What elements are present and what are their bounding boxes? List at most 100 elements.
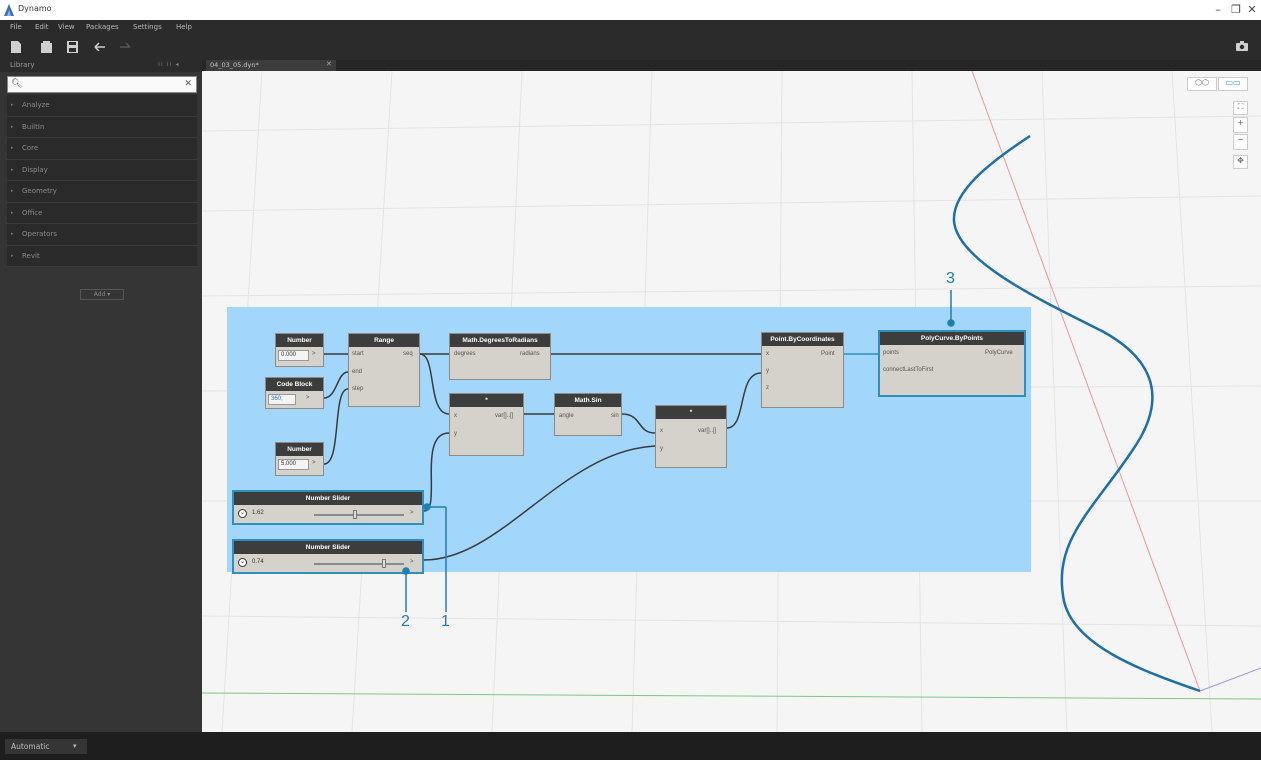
output-port-icon[interactable]: >	[410, 510, 414, 516]
graph-view-icon[interactable]: ▭▭	[1218, 77, 1248, 91]
output-port-icon[interactable]: >	[306, 395, 310, 401]
number-slider-node-1[interactable]: Number Slider ⌄ 1.62 >	[232, 490, 424, 525]
degrees-to-radians-node[interactable]: Math.DegreesToRadians degrees radians	[449, 333, 551, 380]
run-mode-dropdown[interactable]: Automatic ▾	[5, 739, 87, 754]
point-by-coordinates-node[interactable]: Point.ByCoordinates x y z Point	[761, 332, 844, 408]
node-title: *	[656, 406, 726, 419]
output-port-seq[interactable]: seq	[403, 351, 413, 357]
input-port-x[interactable]: x	[766, 351, 769, 357]
code-input[interactable]: 360;	[268, 394, 296, 405]
toolbar	[0, 36, 1261, 60]
menu-settings[interactable]: Settings	[133, 23, 162, 31]
library-category-geometry[interactable]: ▸ Geometry	[7, 181, 197, 203]
workspace-tab[interactable]: 04_03_05.dyn* ✕	[206, 60, 336, 71]
input-port-y[interactable]: y	[454, 431, 457, 437]
menu-packages[interactable]: Packages	[86, 23, 119, 31]
input-port-step[interactable]: step	[352, 386, 363, 392]
output-port-icon[interactable]: >	[312, 351, 316, 357]
input-port-x[interactable]: x	[454, 413, 457, 419]
multiply-node-1[interactable]: * x y var[]..[]	[449, 393, 524, 456]
number-input[interactable]: 5.000	[278, 459, 309, 470]
slider-thumb[interactable]	[382, 559, 387, 568]
redo-icon[interactable]	[120, 41, 132, 54]
input-port-y[interactable]: y	[660, 446, 663, 452]
search-icon: 🔍︎	[11, 79, 23, 89]
clear-search-icon[interactable]: ✕	[184, 79, 192, 89]
menu-edit[interactable]: Edit	[35, 23, 49, 31]
number-node-2[interactable]: Number 5.000 >	[275, 442, 324, 476]
library-category-display[interactable]: ▸ Display	[7, 159, 197, 181]
dropdown-arrow-icon: ▾	[73, 742, 77, 750]
menu-bar: File Edit View Packages Settings Help	[0, 20, 1261, 36]
node-title: PolyCurve.ByPoints	[880, 332, 1024, 345]
zoom-in-icon[interactable]: +	[1233, 117, 1248, 133]
library-search[interactable]: 🔍︎ ✕	[7, 76, 197, 93]
library-category-core[interactable]: ▸ Core	[7, 138, 197, 160]
output-port-var[interactable]: var[]..[]	[495, 413, 513, 419]
close-tab-icon[interactable]: ✕	[326, 60, 332, 68]
undo-icon[interactable]	[93, 41, 105, 54]
save-icon[interactable]	[66, 41, 78, 54]
library-search-input[interactable]	[24, 79, 174, 91]
library-category-builtin[interactable]: ▸ BuiltIn	[7, 116, 197, 138]
new-file-icon[interactable]	[10, 41, 22, 54]
expand-arrow-icon: ▸	[11, 123, 14, 130]
library-category-analyze[interactable]: ▸ Analyze	[7, 95, 197, 117]
code-block-node[interactable]: Code Block 360; >	[265, 377, 324, 409]
camera-icon[interactable]	[1236, 41, 1248, 54]
minimize-button[interactable]: –	[1208, 2, 1228, 18]
expand-arrow-icon: ▸	[11, 252, 14, 259]
expand-arrow-icon: ▸	[11, 188, 14, 194]
library-category-office[interactable]: ▸ Office	[7, 202, 197, 224]
node-title: Math.Sin	[555, 394, 621, 407]
output-port-icon[interactable]: >	[410, 559, 414, 565]
geometry-view-icon[interactable]: ⬡⬡	[1187, 77, 1217, 91]
input-port-degrees[interactable]: degrees	[454, 351, 476, 357]
input-port-connect-last-to-first[interactable]: connectLastToFirst	[883, 367, 933, 373]
run-mode-label: Automatic	[11, 742, 50, 751]
zoom-out-icon[interactable]: −	[1233, 134, 1248, 150]
slider-thumb[interactable]	[352, 510, 357, 519]
library-collapse-icon[interactable]: ⁞⁞ ⁞⁞ ◂	[158, 61, 179, 68]
math-sin-node[interactable]: Math.Sin angle sin	[554, 393, 622, 436]
input-port-x[interactable]: x	[660, 428, 663, 434]
input-port-points[interactable]: points	[883, 350, 899, 356]
slider-track[interactable]	[314, 563, 404, 565]
library-category-revit[interactable]: ▸ Revit	[7, 245, 197, 267]
input-port-z[interactable]: z	[766, 385, 769, 391]
node-title: *	[450, 394, 523, 407]
output-port-sin[interactable]: sin	[611, 413, 619, 419]
output-port-polycurve[interactable]: PolyCurve	[985, 350, 1013, 356]
number-node-1[interactable]: Number 0.000 >	[275, 333, 324, 367]
input-port-y[interactable]: y	[766, 368, 769, 374]
node-title: Number	[276, 443, 323, 456]
pan-icon[interactable]: ✥	[1233, 155, 1248, 169]
multiply-node-2[interactable]: * x y var[]..[]	[655, 405, 727, 468]
library-category-operators[interactable]: ▸ Operators	[7, 224, 197, 246]
number-input[interactable]: 0.000	[278, 350, 309, 361]
output-port-point[interactable]: Point	[821, 351, 835, 357]
add-library-button[interactable]: Add ▾	[80, 289, 124, 300]
range-node[interactable]: Range start end step seq	[348, 333, 420, 407]
menu-view[interactable]: View	[58, 23, 75, 31]
node-title: Number Slider	[234, 541, 422, 554]
expand-slider-icon[interactable]: ⌄	[238, 558, 247, 567]
expand-slider-icon[interactable]: ⌄	[238, 509, 247, 518]
node-title: Code Block	[266, 378, 323, 391]
close-button[interactable]: ✕	[1242, 2, 1261, 18]
output-port-var[interactable]: var[]..[]	[698, 428, 716, 434]
input-port-end[interactable]: end	[352, 369, 362, 375]
workspace-canvas[interactable]: Number 0.000 > Range start end step seq …	[202, 71, 1261, 732]
input-port-start[interactable]: start	[352, 351, 364, 357]
open-file-icon[interactable]	[40, 41, 52, 54]
workspace-tab-bar: 04_03_05.dyn* ✕	[202, 60, 1261, 71]
menu-file[interactable]: File	[10, 23, 22, 31]
slider-track[interactable]	[314, 514, 404, 516]
output-port-icon[interactable]: >	[312, 460, 316, 466]
number-slider-node-2[interactable]: Number Slider ⌄ 0.74 >	[232, 539, 424, 574]
zoom-fit-icon[interactable]: ⛶	[1233, 101, 1248, 115]
menu-help[interactable]: Help	[176, 23, 192, 31]
output-port-radians[interactable]: radians	[520, 351, 540, 357]
polycurve-by-points-node[interactable]: PolyCurve.ByPoints points connectLastToF…	[878, 330, 1026, 397]
input-port-angle[interactable]: angle	[559, 413, 574, 419]
